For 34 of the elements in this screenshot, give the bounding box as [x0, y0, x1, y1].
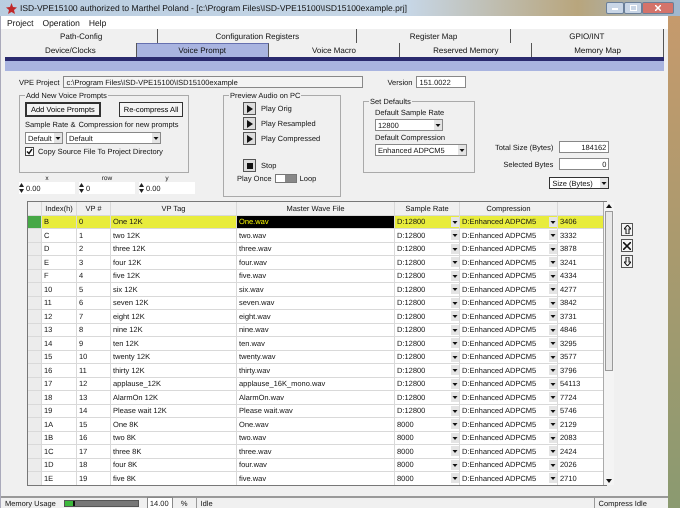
window-title: ISD-VPE15100 authorized to Marthel Poland - [c:\Program Files\ISD-VPE15100\ISD15100example.prj]: [20, 3, 407, 13]
check-icon: [26, 148, 33, 155]
minimize-icon: [612, 6, 618, 10]
spin-arrows-icon[interactable]: [79, 183, 84, 193]
tab[interactable]: Voice Macro: [268, 43, 400, 57]
play-button[interactable]: [243, 132, 256, 145]
menu-item[interactable]: Help: [88, 18, 106, 28]
arrow-down-icon: [624, 257, 630, 266]
scrollbar[interactable]: [603, 202, 614, 484]
play-button[interactable]: [243, 117, 256, 130]
stop-icon: [246, 162, 252, 168]
maximize-button[interactable]: [624, 2, 642, 14]
play-button[interactable]: [243, 102, 256, 115]
loop-toggle[interactable]: [274, 174, 297, 183]
checkbox[interactable]: [25, 147, 34, 156]
minimize-button[interactable]: [606, 2, 624, 14]
corner-header: [28, 202, 41, 214]
menu-item[interactable]: Project: [7, 18, 34, 28]
scrollbar-thumb[interactable]: [605, 211, 613, 371]
delete-button[interactable]: [621, 239, 633, 252]
maximize-icon: [630, 5, 636, 11]
delete-icon: [623, 242, 631, 250]
app-icon: [6, 2, 17, 14]
spin-arrows-icon[interactable]: [139, 183, 144, 193]
spin-arrows-icon[interactable]: [19, 183, 24, 193]
tab[interactable]: GPIO/INT: [510, 29, 664, 43]
move-up-button[interactable]: [621, 223, 633, 236]
move-down-button[interactable]: [621, 255, 633, 268]
tab[interactable]: Voice Prompt: [136, 43, 269, 57]
arrow-up-icon: [624, 225, 630, 234]
close-icon: [655, 5, 661, 11]
menu-item[interactable]: Operation: [42, 18, 80, 28]
close-button[interactable]: [642, 2, 674, 14]
stop-button[interactable]: [243, 159, 256, 172]
